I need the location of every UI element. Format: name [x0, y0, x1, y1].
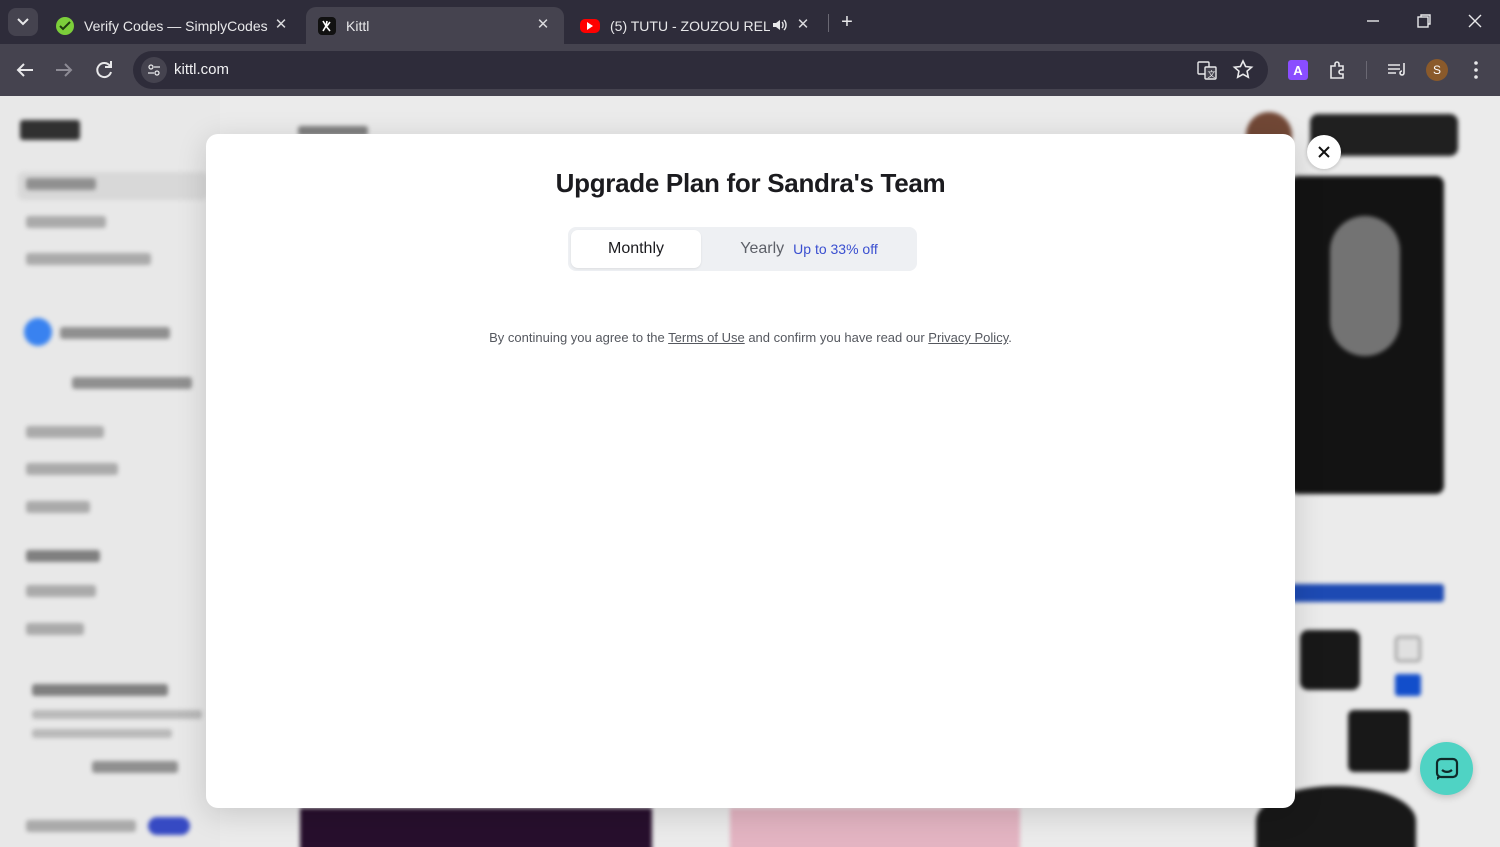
- tab-title: Verify Codes — SimplyCodes: [84, 17, 268, 34]
- close-tab-icon[interactable]: ✕: [272, 16, 290, 34]
- simplycodes-check-icon: [56, 16, 74, 35]
- tab-search-button[interactable]: [8, 8, 38, 36]
- svg-text:文: 文: [1208, 69, 1216, 79]
- forward-arrow-icon[interactable]: [52, 58, 76, 82]
- close-icon: [1318, 146, 1330, 158]
- yearly-label: Yearly: [740, 240, 785, 257]
- modal-title: Upgrade Plan for Sandra's Team: [555, 168, 946, 198]
- tab-title: Kittl: [346, 17, 370, 34]
- yearly-discount-badge: Up to 33% off: [793, 241, 878, 257]
- billing-period-toggle: Monthly Yearly Up to 33% off: [568, 227, 917, 271]
- new-tab-plus-icon[interactable]: +: [836, 11, 858, 33]
- browser-tab-youtube[interactable]: (5) TUTU - ZOUZOU RELOA ✕: [568, 7, 824, 44]
- translate-icon[interactable]: 文: [1195, 58, 1219, 82]
- chat-launcher-button[interactable]: [1420, 742, 1473, 795]
- extensions-puzzle-icon[interactable]: [1326, 58, 1350, 82]
- chat-icon: [1435, 757, 1458, 780]
- browser-tab-kittl[interactable]: Kittl ✕: [306, 7, 564, 44]
- legal-notice: By continuing you agree to the Terms of …: [489, 330, 1012, 345]
- minimize-icon[interactable]: [1362, 10, 1384, 32]
- back-arrow-icon[interactable]: [13, 58, 37, 82]
- tab-title: (5) TUTU - ZOUZOU RELOA: [610, 17, 770, 34]
- speaker-icon[interactable]: [770, 16, 788, 34]
- extension-a-icon[interactable]: A: [1288, 60, 1308, 80]
- youtube-icon: [580, 18, 600, 33]
- media-control-icon[interactable]: [1385, 58, 1409, 82]
- kittl-logo-icon: [318, 16, 336, 35]
- close-window-icon[interactable]: [1464, 10, 1486, 32]
- yearly-option[interactable]: Yearly Up to 33% off: [704, 230, 914, 268]
- reload-icon[interactable]: [92, 58, 116, 82]
- browser-tab-strip: Verify Codes — SimplyCodes ✕ Kittl ✕ (5)…: [0, 0, 1500, 44]
- terms-of-use-link[interactable]: Terms of Use: [668, 330, 745, 345]
- monthly-option[interactable]: Monthly: [571, 230, 701, 268]
- browser-tab-simplycodes[interactable]: Verify Codes — SimplyCodes ✕: [44, 7, 302, 44]
- restore-icon[interactable]: [1413, 10, 1435, 32]
- chevron-down-icon: [17, 18, 29, 26]
- close-modal-button[interactable]: [1307, 135, 1341, 169]
- toolbar-divider: [1366, 61, 1367, 79]
- monthly-label: Monthly: [607, 240, 665, 257]
- upgrade-plan-modal: Upgrade Plan for Sandra's Team Monthly Y…: [206, 134, 1295, 808]
- address-bar[interactable]: kittl.com: [133, 51, 1268, 89]
- browser-toolbar: kittl.com 文 A S: [0, 44, 1500, 96]
- more-menu-icon[interactable]: [1464, 58, 1488, 82]
- close-tab-icon[interactable]: ✕: [534, 16, 552, 34]
- bookmark-star-icon[interactable]: [1231, 58, 1255, 82]
- close-tab-icon[interactable]: ✕: [794, 16, 812, 34]
- profile-avatar[interactable]: S: [1426, 59, 1448, 81]
- site-info-icon[interactable]: [141, 57, 167, 83]
- url-text: kittl.com: [174, 61, 230, 78]
- tab-divider: [828, 14, 829, 32]
- privacy-policy-link[interactable]: Privacy Policy: [928, 330, 1008, 345]
